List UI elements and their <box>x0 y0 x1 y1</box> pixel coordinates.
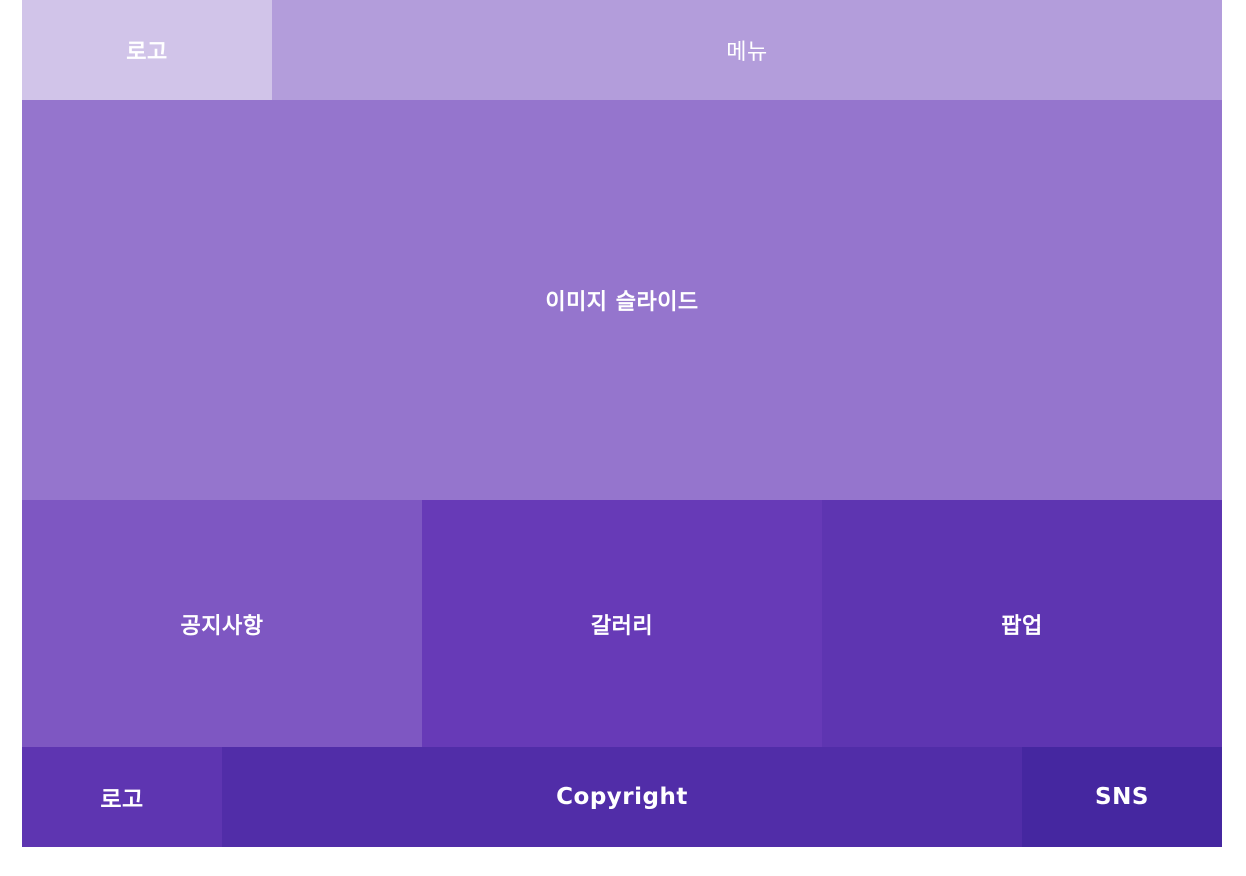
footer: 로고 Copyright SNS <box>22 747 1222 847</box>
content-section: 공지사항 갈러리 팝업 <box>22 500 1222 747</box>
gallery-panel[interactable]: 갈러리 <box>422 500 822 747</box>
page-layout: 로고 메뉴 이미지 슬라이드 공지사항 갈러리 팝업 로고 Copyright … <box>22 0 1222 847</box>
header: 로고 메뉴 <box>22 0 1222 100</box>
footer-sns[interactable]: SNS <box>1022 747 1222 847</box>
slider-section: 이미지 슬라이드 <box>22 100 1222 500</box>
image-slider[interactable]: 이미지 슬라이드 <box>22 100 1222 500</box>
footer-copyright: Copyright <box>222 747 1022 847</box>
popup-panel[interactable]: 팝업 <box>822 500 1222 747</box>
header-logo[interactable]: 로고 <box>22 0 272 100</box>
notice-panel[interactable]: 공지사항 <box>22 500 422 747</box>
header-menu[interactable]: 메뉴 <box>272 0 1222 100</box>
footer-logo[interactable]: 로고 <box>22 747 222 847</box>
